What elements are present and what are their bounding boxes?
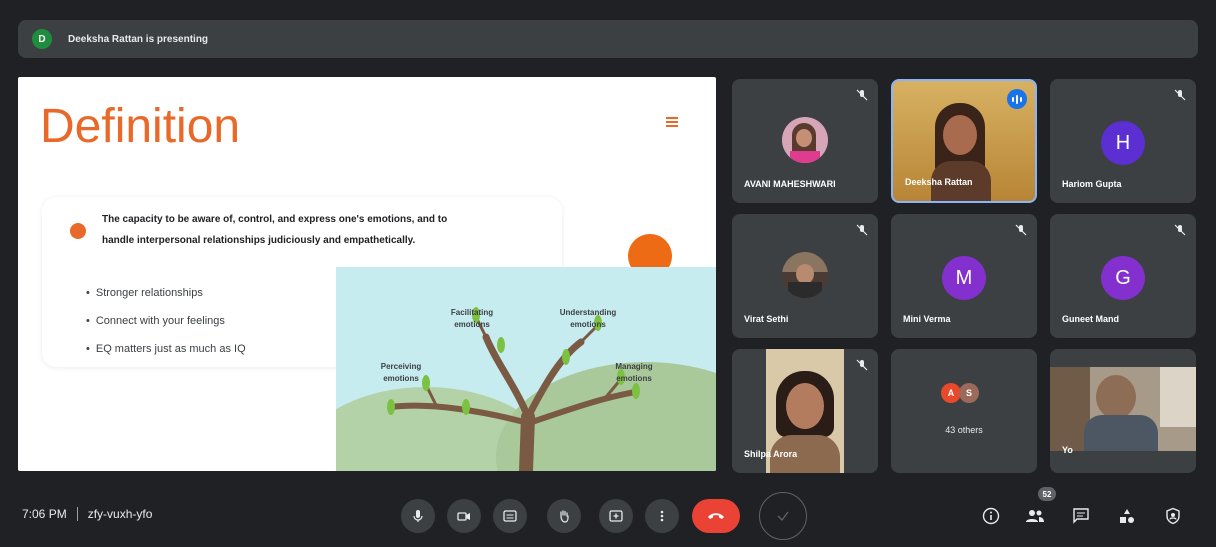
more-options-button[interactable] [645, 499, 679, 533]
tree-label-facilitating: Facilitating emotions [450, 308, 494, 329]
chat-icon [1073, 508, 1089, 524]
self-view-tile[interactable]: Yo [1050, 349, 1196, 473]
bullet-list: Stronger relationships Connect with your… [86, 279, 246, 363]
bullet-item: Connect with your feelings [86, 307, 246, 335]
emotions-tree-illustration: Facilitating emotions Understanding emot… [336, 267, 716, 471]
meeting-info: 7:06 PM zfy-vuxh-yfo [22, 507, 152, 521]
participant-name: Hariom Gupta [1062, 179, 1122, 189]
participant-tile[interactable]: AVANI MAHESHWARI [732, 79, 878, 203]
check-icon [777, 511, 789, 521]
tree-label-perceiving: Perceiving emotions [380, 362, 422, 383]
microphone-icon [413, 510, 423, 522]
more-vert-icon [660, 510, 664, 522]
participant-name: Virat Sethi [744, 314, 789, 324]
activities-icon [1120, 509, 1134, 523]
tree-label-managing: Managing emotions [615, 362, 653, 383]
others-tile[interactable]: A S 43 others [891, 349, 1037, 473]
bottom-control-bar: 7:06 PM zfy-vuxh-yfo 52 [0, 485, 1216, 547]
participant-name: Yo [1062, 445, 1073, 455]
participant-tile[interactable]: Virat Sethi [732, 214, 878, 338]
participant-letter-avatar: G [1101, 256, 1145, 300]
other-participant-avatar: A [941, 383, 961, 403]
other-participant-avatar: S [959, 383, 979, 403]
captions-icon [503, 510, 517, 522]
raise-hand-button[interactable] [547, 499, 581, 533]
meeting-time: 7:06 PM [22, 507, 67, 521]
participant-tile[interactable]: H Hariom Gupta [1050, 79, 1196, 203]
participant-tile[interactable]: Shilpa Arora [732, 349, 878, 473]
participant-tile[interactable]: M Mini Verma [891, 214, 1037, 338]
activities-button[interactable] [1114, 503, 1140, 529]
leave-call-button[interactable] [692, 499, 740, 533]
tree-label-understanding: Understanding emotions [559, 308, 617, 329]
presenting-label: Deeksha Rattan is presenting [68, 33, 209, 45]
meeting-details-button[interactable] [978, 503, 1004, 529]
participant-photo-avatar [782, 117, 828, 163]
slide-title: Definition [40, 100, 241, 153]
camera-button[interactable] [447, 499, 481, 533]
people-icon [1026, 510, 1044, 522]
chat-button[interactable] [1068, 503, 1094, 529]
bullet-item: EQ matters just as much as IQ [86, 335, 246, 363]
mic-off-icon [856, 89, 868, 101]
presenter-avatar: D [32, 29, 52, 49]
meeting-code: zfy-vuxh-yfo [87, 507, 153, 521]
mic-off-icon [1174, 224, 1186, 236]
mic-off-icon [1174, 89, 1186, 101]
speaking-indicator-icon [1007, 89, 1027, 109]
participant-name: Guneet Mand [1062, 314, 1120, 324]
present-screen-button[interactable] [599, 499, 633, 533]
hand-icon [560, 510, 569, 523]
presentation-banner: D Deeksha Rattan is presenting [18, 20, 1198, 58]
bullet-dot-icon [70, 223, 86, 239]
shield-icon [1166, 507, 1180, 525]
participant-tile[interactable]: G Guneet Mand [1050, 214, 1196, 338]
others-count: 43 others [945, 425, 983, 435]
mic-off-icon [1015, 224, 1027, 236]
people-button[interactable] [1022, 503, 1048, 529]
microphone-button[interactable] [401, 499, 435, 533]
activity-indicator [759, 492, 807, 540]
participant-name: Shilpa Arora [744, 449, 798, 459]
info-icon [982, 507, 1000, 525]
participant-letter-avatar: M [942, 256, 986, 300]
mic-off-icon [856, 359, 868, 371]
host-controls-button[interactable] [1160, 503, 1186, 529]
captions-button[interactable] [493, 499, 527, 533]
present-screen-icon [609, 510, 623, 522]
participant-name: AVANI MAHESHWARI [744, 179, 836, 189]
participant-name: Mini Verma [903, 314, 951, 324]
bullet-item: Stronger relationships [86, 279, 246, 307]
participant-name: Deeksha Rattan [905, 177, 973, 187]
mic-off-icon [856, 224, 868, 236]
definition-text: The capacity to be aware of, control, an… [102, 214, 448, 246]
participant-tile-active-speaker[interactable]: Deeksha Rattan [891, 79, 1037, 203]
participant-letter-avatar: H [1101, 121, 1145, 165]
separator [76, 507, 78, 521]
camera-icon [457, 512, 470, 521]
participant-count-badge: 52 [1038, 487, 1056, 501]
self-video [1050, 367, 1196, 451]
shared-slide: Definition The capacity to be aware of, … [18, 77, 716, 471]
hang-up-icon [708, 513, 724, 519]
participant-photo-avatar [782, 252, 828, 298]
slide-menu-icon [666, 117, 678, 127]
